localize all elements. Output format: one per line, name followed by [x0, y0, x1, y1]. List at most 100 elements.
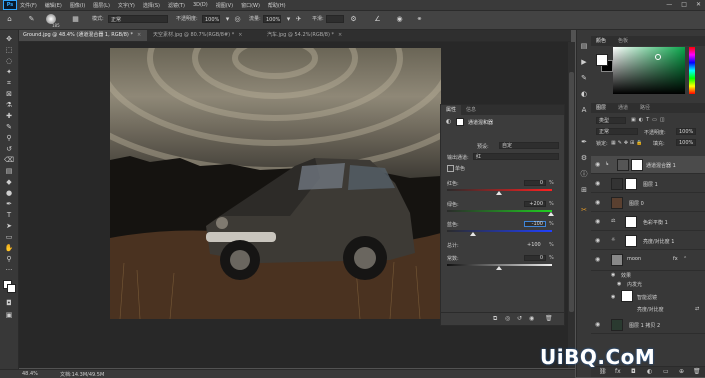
collapse-arrow-icon[interactable]: ⌃ [683, 256, 687, 262]
link-layers-icon[interactable]: ⛓ [599, 368, 607, 375]
brush-presets-icon[interactable]: ✎ [580, 74, 588, 82]
tool-presets-icon[interactable]: ✂ [580, 206, 588, 214]
lasso-tool-icon[interactable]: ◌ [3, 56, 15, 66]
adjustments-icon[interactable]: ◐ [580, 90, 588, 98]
canvas-vertical-scrollbar[interactable] [568, 42, 575, 368]
dodge-tool-icon[interactable]: ● [3, 188, 15, 198]
tab-layers[interactable]: 图层 [596, 103, 606, 113]
layer-kind-filter[interactable]: 类型 [596, 117, 626, 124]
layer-row[interactable]: ◉ ↳ 通道混合器 1 [591, 156, 705, 174]
opacity-input[interactable]: 100% [202, 15, 220, 23]
inner-glow-label[interactable]: 内发光 [627, 281, 642, 288]
zoom-tool-icon[interactable]: ⚲ [3, 254, 15, 264]
layer-name[interactable]: 图层 1 拷贝 2 [629, 322, 660, 329]
eye-icon[interactable]: ◉ [595, 180, 600, 187]
type-tool-icon[interactable]: T [3, 210, 15, 220]
minimize-icon[interactable]: — [666, 1, 672, 8]
home-icon[interactable]: ⌂ [4, 14, 15, 25]
close-tab-icon[interactable]: × [338, 32, 342, 38]
eye-icon[interactable]: ◉ [595, 321, 600, 328]
eye-icon[interactable]: ◉ [595, 256, 600, 263]
menu-3d[interactable]: 3D(D) [193, 2, 208, 8]
new-layer-icon[interactable]: ⊕ [679, 368, 684, 375]
menu-window[interactable]: 窗口(W) [241, 2, 260, 9]
layer-mask-thumb[interactable] [631, 159, 643, 171]
view-previous-icon[interactable]: ◎ [505, 315, 510, 322]
blue-value-input[interactable]: -100 [524, 221, 546, 227]
red-value-input[interactable]: 0 [524, 180, 546, 186]
menu-select[interactable]: 选择(S) [143, 2, 160, 9]
layer-mask-thumb[interactable] [625, 235, 637, 247]
eye-icon[interactable]: ◉ [595, 237, 600, 244]
constant-slider-handle[interactable] [496, 266, 502, 270]
frame-tool-icon[interactable]: ⊠ [3, 89, 15, 99]
tab-color[interactable]: 颜色 [596, 36, 606, 46]
reset-icon[interactable]: ↺ [517, 315, 522, 322]
background-color-swatch[interactable] [7, 284, 16, 293]
tab-car[interactable]: 汽车.jpg @ 54.2%(RGB/8) * × [263, 30, 361, 41]
fill-input[interactable]: 100% [676, 139, 696, 146]
eye-icon[interactable]: ◉ [595, 161, 600, 168]
eye-icon[interactable]: ◉ [611, 272, 615, 278]
menu-help[interactable]: 帮助(H) [268, 2, 286, 9]
layer-name[interactable]: 色彩平衡 1 [643, 219, 668, 226]
character-icon[interactable]: A [580, 106, 588, 114]
menu-layer[interactable]: 图层(L) [93, 2, 110, 9]
document-canvas[interactable] [110, 48, 441, 319]
layer-name[interactable]: 图层 0 [629, 200, 644, 207]
pen-tool-icon[interactable]: ✒ [3, 199, 15, 209]
pressure-size-icon[interactable]: ◉ [394, 14, 405, 25]
blue-slider[interactable] [447, 230, 552, 232]
clone-stamp-tool-icon[interactable]: ⚲ [3, 133, 15, 143]
brightness-contrast-filter-label[interactable]: 亮度/对比度 [637, 306, 664, 313]
red-slider-handle[interactable] [496, 191, 502, 195]
layer-name[interactable]: 图层 1 [643, 181, 658, 188]
visibility-icon[interactable]: ◉ [529, 315, 534, 322]
symmetry-icon[interactable]: ⚭ [414, 14, 425, 25]
screen-mode-icon[interactable]: ▣ [3, 310, 15, 320]
maximize-icon[interactable]: □ [681, 1, 687, 8]
tab-swatches[interactable]: 色板 [618, 36, 628, 46]
tab-channels[interactable]: 通道 [618, 103, 628, 113]
new-group-icon[interactable]: ▭ [663, 368, 669, 375]
eye-icon[interactable]: ◉ [611, 294, 615, 300]
mask-icon[interactable] [456, 118, 464, 126]
more-tools-icon[interactable]: ··· [3, 265, 15, 275]
fx-icon[interactable]: fx [673, 256, 678, 262]
angle-icon[interactable]: ∠ [372, 14, 383, 25]
eye-icon[interactable]: ◉ [617, 281, 621, 287]
color-picker-field[interactable] [613, 47, 685, 94]
info-icon[interactable]: ⓘ [580, 170, 588, 178]
output-channel-select[interactable]: 红 [473, 153, 559, 160]
layer-filter-icons[interactable]: ▣◐T▭◫ [631, 117, 668, 123]
constant-value-input[interactable]: 0 [524, 255, 546, 261]
rectangle-tool-icon[interactable]: ▭ [3, 232, 15, 242]
layer-row[interactable]: ◉ 图层 0 [591, 194, 705, 212]
effects-label[interactable]: 效果 [621, 272, 631, 279]
quick-select-tool-icon[interactable]: ✦ [3, 67, 15, 77]
layer-name[interactable]: 亮度/对比度 1 [643, 238, 674, 245]
layer-row[interactable]: ◉ ⚖ 色彩平衡 1 [591, 213, 705, 231]
zoom-level[interactable]: 48.4% [22, 371, 38, 377]
new-adjustment-icon[interactable]: ◐ [647, 368, 652, 375]
gradient-tool-icon[interactable]: ▤ [3, 166, 15, 176]
filter-options-icon[interactable]: ⇄ [695, 306, 699, 312]
preset-select[interactable]: 自定 [499, 142, 559, 149]
add-style-icon[interactable]: fx [615, 368, 621, 375]
close-icon[interactable]: ✕ [696, 1, 701, 8]
smart-filter-mask-thumb[interactable] [621, 290, 633, 302]
layer-row[interactable]: ◉ 图层 1 [591, 175, 705, 193]
layer-opacity-input[interactable]: 100% [676, 128, 696, 135]
paths-icon[interactable]: ✒ [580, 138, 588, 146]
history-icon[interactable]: ▤ [580, 42, 588, 50]
lock-icons[interactable]: ▦✎✥⊞🔒 [611, 140, 645, 146]
layer-row[interactable]: ◉ moon fx ⌃ [591, 251, 705, 271]
menu-edit[interactable]: 编辑(E) [45, 2, 62, 9]
layer-mask-thumb[interactable] [625, 216, 637, 228]
tab-paths[interactable]: 路径 [640, 103, 650, 113]
green-slider[interactable] [447, 210, 552, 212]
menu-image[interactable]: 图像(I) [70, 2, 85, 9]
close-tab-icon[interactable]: × [137, 32, 141, 38]
move-tool-icon[interactable]: ✥ [3, 34, 15, 44]
add-mask-icon[interactable]: ◘ [631, 368, 636, 375]
